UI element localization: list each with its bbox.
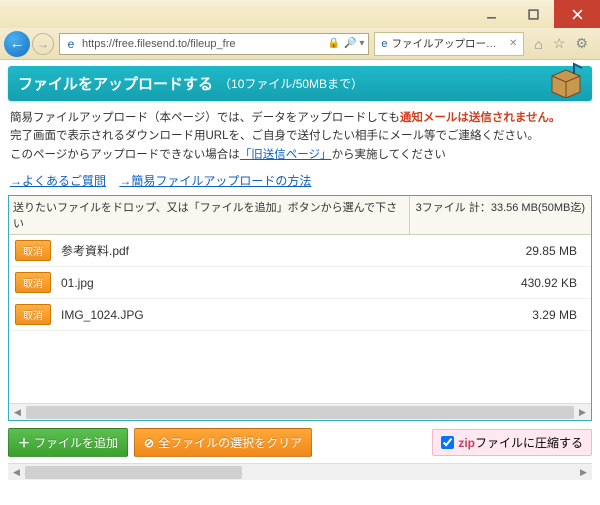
ie-icon: e xyxy=(63,36,79,52)
page-content: ファイルをアップロードする （10ファイル/50MBまで） 簡易ファイルアップロ… xyxy=(0,60,600,488)
upload-box-icon xyxy=(546,62,586,98)
close-button[interactable] xyxy=(554,0,600,28)
scroll-left-icon[interactable]: ◀ xyxy=(8,464,25,481)
minimize-button[interactable] xyxy=(470,0,512,28)
back-button[interactable]: ← xyxy=(4,31,30,57)
address-bar[interactable]: e https://free.filesend.to/fileup_fre 🔒 🔎… xyxy=(59,33,369,55)
tab-title: ファイルアップロード｜無料大... xyxy=(392,36,505,51)
url-text: https://free.filesend.to/fileup_fre xyxy=(82,38,324,50)
file-row: 取消 01.jpg430.92 KB xyxy=(9,267,591,299)
file-size: 430.92 KB xyxy=(521,276,585,290)
cancel-file-button[interactable]: 取消 xyxy=(15,304,51,325)
file-size: 3.29 MB xyxy=(532,308,585,322)
dropzone-instruction: 送りたいファイルをドロップ、又は「ファイルを追加」ボタンから選んで下さい xyxy=(9,196,409,234)
file-name: 参考資料.pdf xyxy=(61,242,526,259)
cancel-icon: ⊘ xyxy=(144,436,154,450)
search-dropdown-icon[interactable]: 🔎 ▾ xyxy=(344,38,364,49)
clear-files-button[interactable]: ⊘全ファイルの選択をクリア xyxy=(134,428,312,457)
home-icon[interactable]: ⌂ xyxy=(534,36,542,52)
window-titlebar xyxy=(0,0,600,28)
favorites-icon[interactable]: ☆ xyxy=(553,35,566,52)
file-list: 取消参考資料.pdf29.85 MB取消01.jpg430.92 KB取消IMG… xyxy=(9,235,591,403)
scroll-left-icon[interactable]: ◀ xyxy=(9,404,26,421)
page-title: ファイルをアップロードする xyxy=(18,73,213,94)
legacy-page-link[interactable]: 「旧送信ページ」 xyxy=(240,149,332,161)
lock-icon: 🔒 xyxy=(328,38,340,49)
scroll-thumb[interactable] xyxy=(26,406,574,419)
plus-icon: ＋ xyxy=(18,434,30,451)
zip-checkbox[interactable]: zipファイルに圧縮する xyxy=(432,429,592,456)
horizontal-scrollbar[interactable]: ◀ ▶ xyxy=(9,403,591,420)
zip-checkbox-input[interactable] xyxy=(441,436,454,449)
help-links: →よくあるご質問 →簡易ファイルアップロードの方法 xyxy=(8,168,592,195)
faq-link[interactable]: →よくあるご質問 xyxy=(10,174,106,188)
cancel-file-button[interactable]: 取消 xyxy=(15,240,51,261)
file-dropzone[interactable]: 送りたいファイルをドロップ、又は「ファイルを追加」ボタンから選んで下さい 3ファ… xyxy=(8,195,592,421)
button-bar: ＋ファイルを追加 ⊘全ファイルの選択をクリア zipファイルに圧縮する xyxy=(8,421,592,461)
scroll-right-icon[interactable]: ▶ xyxy=(574,404,591,421)
browser-toolbar: ← → e https://free.filesend.to/fileup_fr… xyxy=(0,28,600,60)
add-file-button[interactable]: ＋ファイルを追加 xyxy=(8,428,128,457)
file-row: 取消 IMG_1024.JPG3.29 MB xyxy=(9,299,591,331)
tools-icon[interactable]: ⚙ xyxy=(575,35,588,52)
page-header: ファイルをアップロードする （10ファイル/50MBまで） xyxy=(8,66,592,101)
howto-link[interactable]: →簡易ファイルアップロードの方法 xyxy=(119,174,311,188)
scroll-thumb[interactable] xyxy=(25,466,242,479)
scroll-right-icon[interactable]: ▶ xyxy=(575,464,592,481)
file-name: 01.jpg xyxy=(61,276,521,290)
forward-button[interactable]: → xyxy=(32,33,54,55)
browser-tab[interactable]: e ファイルアップロード｜無料大... ✕ xyxy=(374,32,524,56)
file-name: IMG_1024.JPG xyxy=(61,308,532,322)
cancel-file-button[interactable]: 取消 xyxy=(15,272,51,293)
dropzone-summary: 3ファイル 計：33.56 MB(50MB迄) xyxy=(409,196,591,234)
description: 簡易ファイルアップロード（本ページ）では、データをアップロードしても通知メールは… xyxy=(8,101,592,168)
maximize-button[interactable] xyxy=(512,0,554,28)
ie-icon: e xyxy=(381,38,387,50)
page-horizontal-scrollbar[interactable]: ◀ ▶ xyxy=(8,463,592,480)
file-size: 29.85 MB xyxy=(526,244,585,258)
file-row: 取消参考資料.pdf29.85 MB xyxy=(9,235,591,267)
tab-close-icon[interactable]: ✕ xyxy=(509,38,517,49)
page-subtitle: （10ファイル/50MBまで） xyxy=(219,75,363,92)
